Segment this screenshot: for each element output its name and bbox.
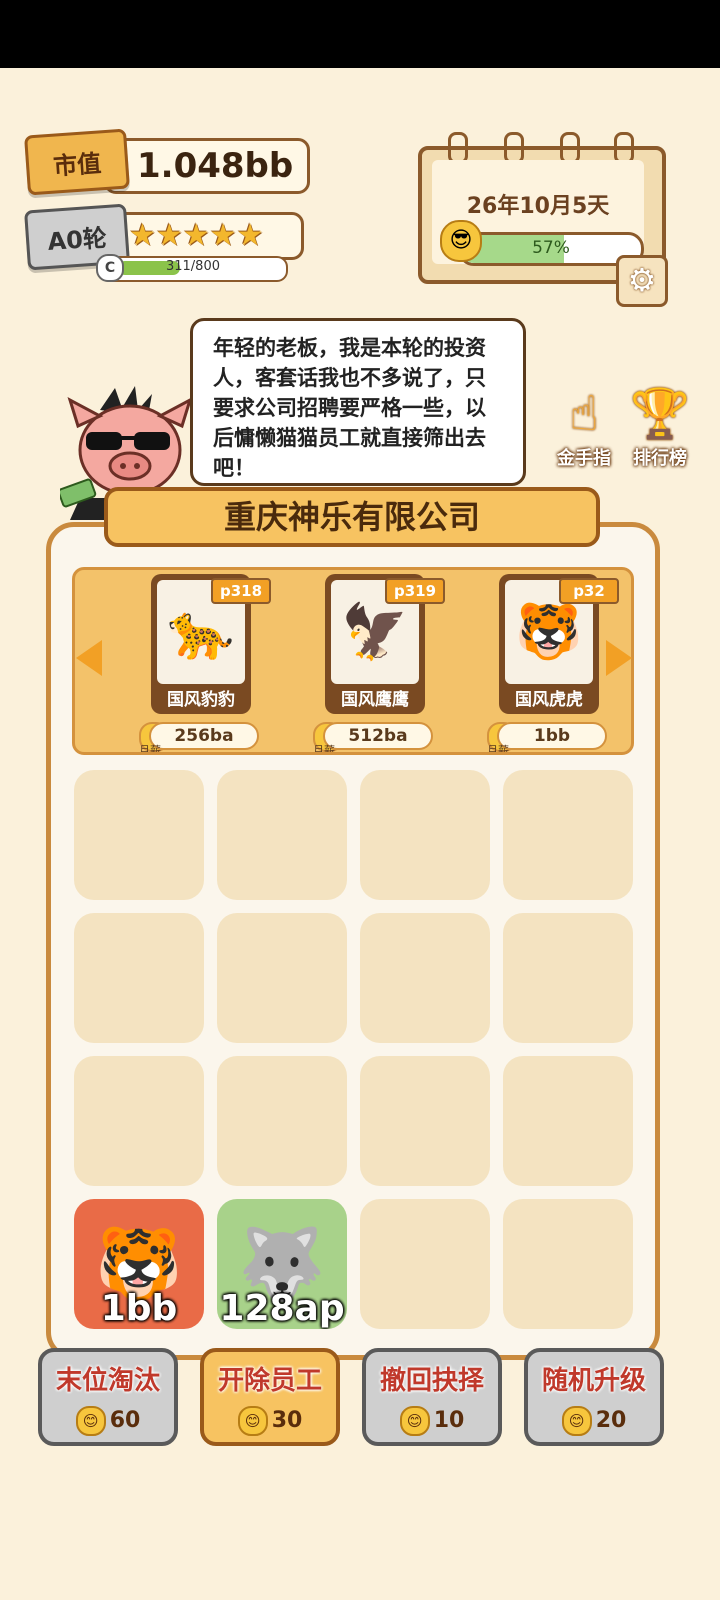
rating-stars: ★★★★★ (104, 212, 304, 260)
employee-level: 128ap (219, 1288, 345, 1329)
cool-face-icon: 😎 (440, 220, 482, 262)
action-cost-value: 20 (595, 1408, 627, 1433)
eliminate-last-button[interactable]: 末位淘汰 😊 60 (38, 1348, 178, 1446)
grid-cell[interactable] (217, 770, 347, 900)
candidate-name: 国风鹰鹰 (341, 690, 409, 710)
action-label: 末位淘汰 (55, 1366, 160, 1396)
grid-cell[interactable] (360, 913, 490, 1043)
candidate-name: 国风虎虎 (515, 690, 583, 710)
grid-cell[interactable] (217, 913, 347, 1043)
dialog-text: 年轻的老板，我是本轮的投资人，客套话我也不多说了，只要求公司招聘要严格一些，以后… (213, 336, 486, 480)
grid-cell[interactable] (74, 1056, 204, 1186)
action-label: 撤回抉择 (379, 1366, 484, 1396)
star-icons: ★★★★★ (129, 218, 264, 253)
pointing-hand-icon: ☝ (569, 386, 599, 442)
smile-icon: 😊 (75, 1406, 106, 1436)
investor-dialog: 年轻的老板，我是本轮的投资人，客套话我也不多说了，只要求公司招聘要严格一些，以后… (190, 318, 526, 486)
grid-cell[interactable] (74, 770, 204, 900)
fire-employee-button[interactable]: 开除员工 😊 30 (200, 1348, 340, 1446)
candidate-salary: 256ba (149, 722, 259, 750)
grade-badge: C (96, 254, 124, 282)
salary-unit: 月薪 (487, 744, 509, 755)
ranking-button[interactable]: 🏆 排行榜 (622, 384, 698, 470)
action-cost: 😊 30 (204, 1406, 336, 1436)
grid-cell[interactable] (503, 1056, 633, 1186)
company-name: 重庆神乐有限公司 (104, 487, 600, 547)
trophy-icon: 🏆 (630, 386, 690, 442)
market-value-pill: 1.048bb (104, 138, 310, 194)
smile-icon: 😊 (561, 1406, 592, 1436)
salary-unit: 月薪 (313, 744, 335, 755)
cheat-button[interactable]: ☝ 金手指 (546, 384, 622, 470)
market-value: 1.048bb (137, 146, 294, 186)
status-bar (0, 0, 720, 68)
employee-level: 1bb (100, 1288, 178, 1329)
grid-cell[interactable] (217, 1056, 347, 1186)
action-cost: 😊 20 (528, 1406, 660, 1436)
employee-tile[interactable]: 🐺 128ap (217, 1199, 347, 1329)
undo-choice-button[interactable]: 撤回抉择 😊 10 (362, 1348, 502, 1446)
action-cost: 😊 10 (366, 1406, 498, 1436)
employee-tile[interactable]: 🐯 1bb (74, 1199, 204, 1329)
round-label: A0轮 (46, 223, 108, 256)
market-value-label: 市值 (52, 148, 103, 181)
experience-text: 311/800 (165, 259, 220, 274)
candidate-tag: p32 (559, 578, 619, 604)
action-cost-value: 30 (271, 1408, 303, 1433)
cheat-label: 金手指 (557, 448, 611, 469)
action-cost: 😊 60 (42, 1406, 174, 1436)
candidate-salary: 512ba (323, 722, 433, 750)
game-date: 26年10月5天 (466, 194, 610, 219)
salary-unit: 月薪 (139, 744, 161, 755)
action-label: 随机升级 (541, 1366, 646, 1396)
candidate-salary: 1bb (497, 722, 607, 750)
candidate-tag: p319 (385, 578, 445, 604)
grid-cell[interactable] (360, 770, 490, 900)
smile-icon: 😊 (237, 1406, 268, 1436)
grid-cell[interactable] (360, 1056, 490, 1186)
candidate-card[interactable]: 🐆 国风豹豹 p318 (151, 574, 271, 714)
candidate-tag: p318 (211, 578, 271, 604)
action-label: 开除员工 (217, 1366, 322, 1396)
candidate-strip: 🐆 国风豹豹 p318 256ba 月薪 🦅 国风鹰鹰 p319 512ba 月… (72, 567, 634, 755)
grid-cell[interactable] (360, 1199, 490, 1329)
prev-arrow-icon[interactable] (76, 640, 102, 676)
next-arrow-icon[interactable] (606, 640, 632, 676)
candidate-card[interactable]: 🦅 国风鹰鹰 p319 (325, 574, 445, 714)
candidate-card[interactable]: 🐯 国风虎虎 p32 (499, 574, 619, 714)
random-upgrade-button[interactable]: 随机升级 😊 20 (524, 1348, 664, 1446)
grid-cell[interactable] (503, 1199, 633, 1329)
market-value-tag: 市值 (24, 128, 130, 196)
ranking-label: 排行榜 (633, 448, 687, 469)
mood-percent: 57% (532, 238, 570, 258)
grid-cell[interactable] (503, 770, 633, 900)
smile-icon: 😊 (399, 1406, 430, 1436)
grid-cell[interactable] (74, 913, 204, 1043)
action-cost-value: 60 (109, 1408, 141, 1433)
settings-gear-icon[interactable]: ⚙ (616, 255, 668, 307)
action-cost-value: 10 (433, 1408, 465, 1433)
candidate-name: 国风豹豹 (167, 690, 235, 710)
experience-bar: 311/800 (98, 256, 288, 282)
grid-cell[interactable] (503, 913, 633, 1043)
